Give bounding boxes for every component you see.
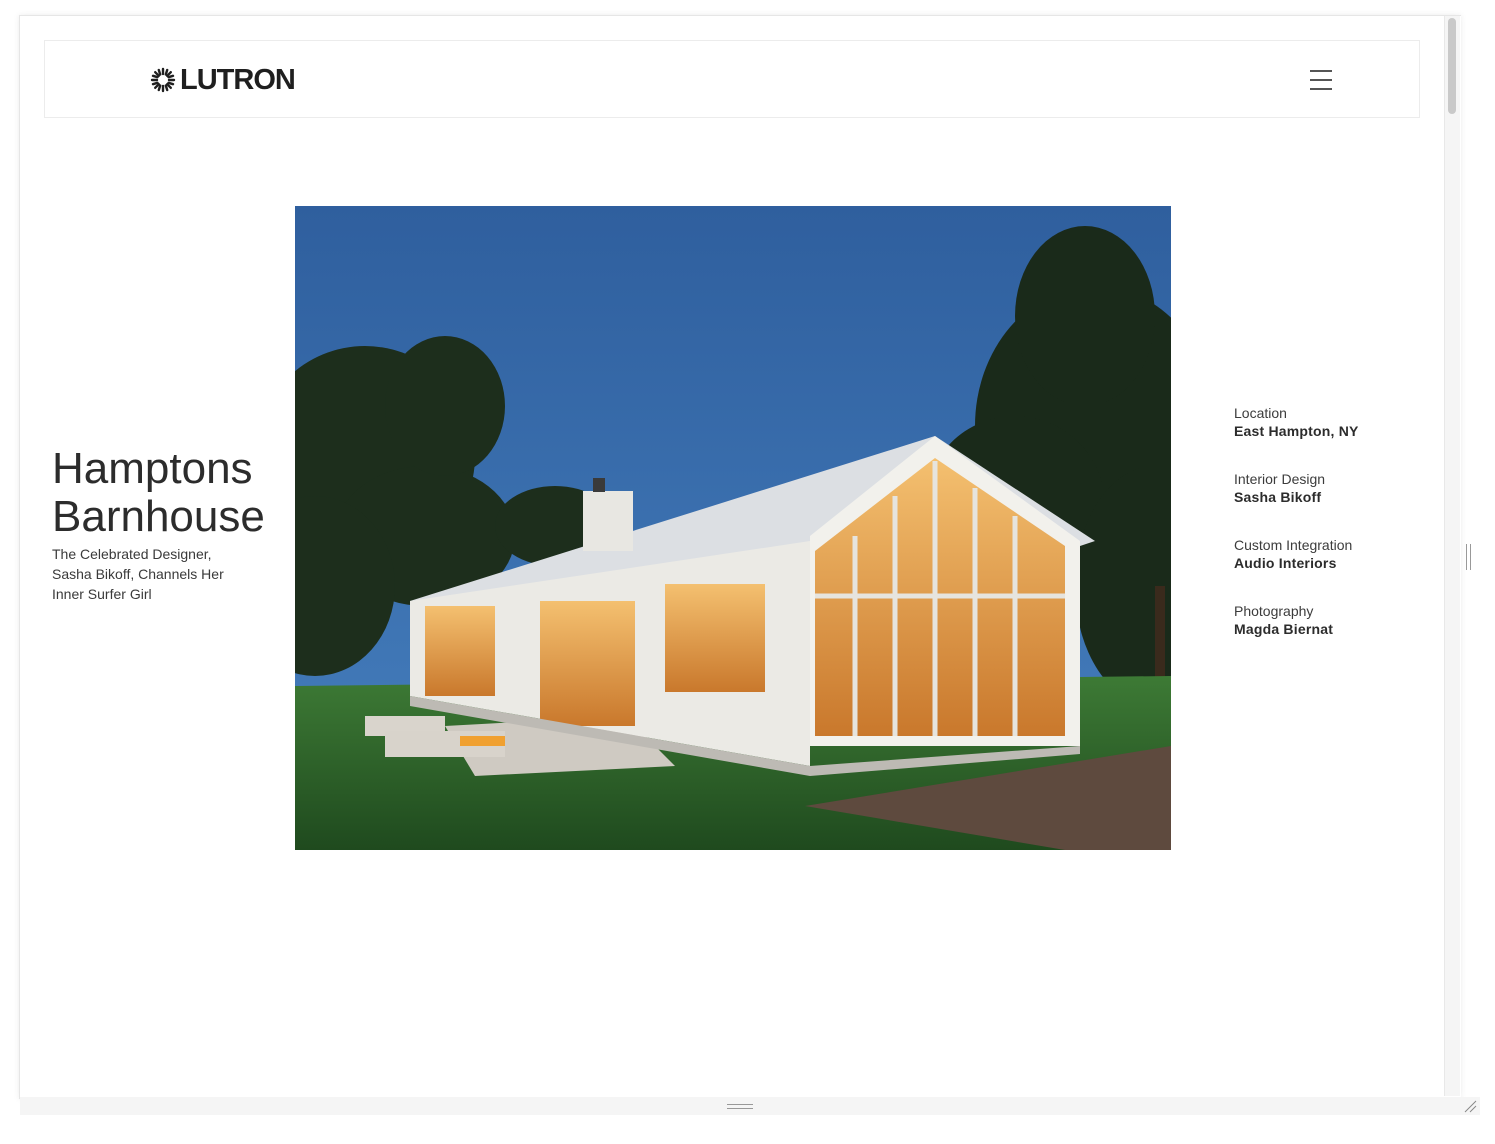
detail-value: Audio Interiors (1234, 555, 1337, 571)
bottom-resize-grip-icon[interactable] (727, 1104, 753, 1110)
detail-label: Photography (1234, 603, 1314, 619)
lutron-logo[interactable]: LUTRON (150, 63, 296, 96)
barnhouse-dusk-image (295, 206, 1171, 850)
detail-photography: Photography Magda Biernat (1234, 602, 1434, 668)
detail-label: Location (1234, 405, 1287, 421)
detail-label: Custom Integration (1234, 537, 1353, 553)
vertical-scrollbar-thumb[interactable] (1448, 18, 1456, 114)
sunburst-logo-icon (150, 67, 176, 93)
project-subtitle: The Celebrated Designer, Sasha Bikoff, C… (52, 546, 224, 602)
detail-value: Magda Biernat (1234, 621, 1334, 637)
vertical-scrollbar-track[interactable] (1444, 16, 1460, 1096)
detail-label: Interior Design (1234, 471, 1326, 487)
detail-value: East Hampton, NY (1234, 423, 1359, 439)
barnhouse-photo (295, 206, 1171, 850)
logo-text: LUTRON (180, 63, 296, 96)
site-header: LUTRON (44, 40, 1420, 118)
detail-interior-design: Interior Design Sasha Bikoff (1234, 470, 1434, 536)
detail-location: Location East Hampton, NY (1234, 404, 1434, 470)
resize-corner-icon[interactable] (1463, 1099, 1477, 1113)
detail-value: Sasha Bikoff (1234, 489, 1322, 505)
side-resize-grip-icon[interactable] (1466, 544, 1472, 570)
hamburger-menu-icon[interactable] (1310, 69, 1332, 91)
detail-custom-integration: Custom Integration Audio Interiors (1234, 536, 1434, 602)
project-details: Location East Hampton, NY Interior Desig… (1234, 404, 1434, 668)
project-title: Hamptons Barnhouse (52, 444, 265, 541)
